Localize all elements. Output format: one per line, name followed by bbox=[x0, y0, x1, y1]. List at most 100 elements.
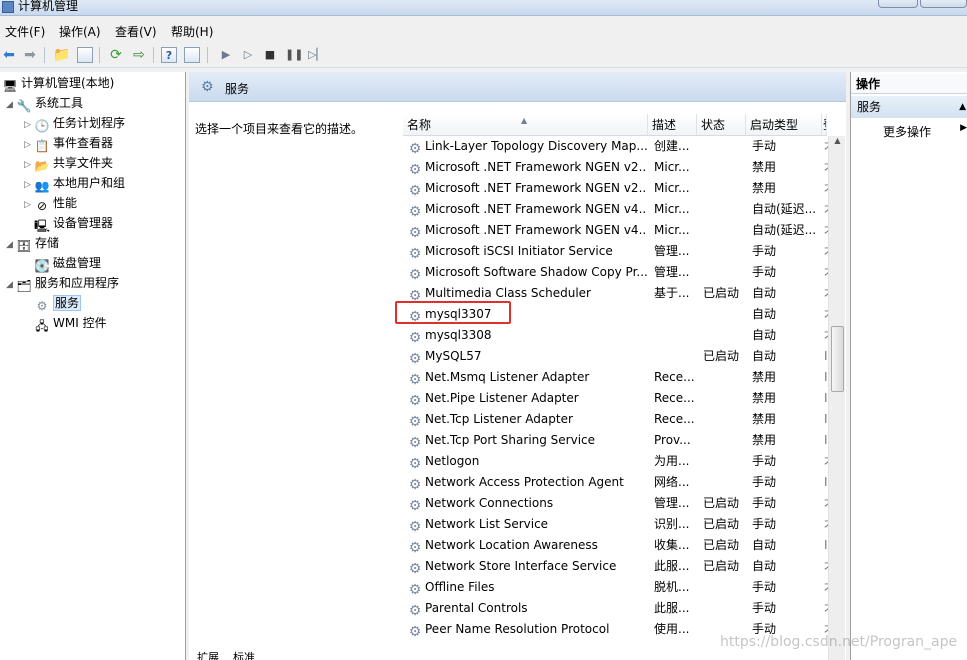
computer-icon: 🖥 bbox=[2, 79, 18, 93]
service-row[interactable]: ⚙ Microsoft .NET Framework NGEN v2... Micr… bbox=[403, 157, 830, 178]
restart-service-icon[interactable]: ▷▏ bbox=[308, 47, 325, 63]
service-description: Prov... bbox=[654, 433, 691, 447]
service-row[interactable]: ⚙mysql3308自动才 bbox=[403, 325, 830, 346]
service-name: ⚙ Microsoft .NET Framework NGEN v4... bbox=[408, 223, 647, 241]
tree-performance[interactable]: ▷ ⊘ 性能 bbox=[24, 193, 77, 213]
collapse-icon[interactable]: ▲ bbox=[959, 96, 966, 118]
collapsed-icon[interactable]: ▷ bbox=[24, 115, 34, 135]
service-row[interactable]: ⚙Parental Controls此服...手动才 bbox=[403, 598, 830, 619]
actions-group-services[interactable]: 服务 ▲ bbox=[851, 96, 967, 118]
service-name: ⚙ Parental Controls bbox=[408, 601, 528, 619]
service-startup-type: 自动 bbox=[752, 349, 777, 363]
service-row[interactable]: ⚙ Net.Tcp Listener Adapter Rece... 禁用 I bbox=[403, 409, 828, 430]
expanded-icon[interactable]: ◢ bbox=[6, 95, 16, 115]
gear-icon: ⚙ bbox=[408, 624, 422, 640]
start-service-alt-icon[interactable]: ▷ bbox=[240, 47, 256, 63]
help-icon[interactable]: ? bbox=[161, 47, 177, 63]
expanded-icon[interactable]: ◢ bbox=[6, 275, 16, 295]
service-row[interactable]: ⚙ Microsoft iSCSI Initiator Service 管理... 手… bbox=[403, 241, 830, 262]
tree-task-scheduler[interactable]: ▷ 🕒 任务计划程序 bbox=[24, 113, 125, 133]
back-icon[interactable]: ⬅ bbox=[1, 47, 17, 63]
service-row[interactable]: ⚙ Net.Tcp Port Sharing Service Prov... 禁用 I bbox=[403, 430, 828, 451]
service-startup-type: 手动 bbox=[752, 517, 777, 531]
export-list-icon[interactable]: ⇨ bbox=[131, 47, 147, 63]
gear-icon: ⚙ bbox=[408, 162, 422, 178]
service-description: 创建... bbox=[654, 139, 690, 153]
service-name: ⚙ Net.Msmq Listener Adapter bbox=[408, 370, 590, 388]
column-header-description[interactable]: 描述 bbox=[648, 114, 697, 136]
service-name: ⚙ Microsoft Software Shadow Copy Pr... bbox=[408, 265, 647, 283]
services-scrollbar[interactable]: ▲ bbox=[828, 136, 845, 660]
service-description: 为用... bbox=[654, 454, 690, 468]
window-titlebar: 计算机管理 bbox=[0, 0, 967, 16]
tree-device-manager[interactable]: 🖳 设备管理器 bbox=[34, 213, 113, 233]
refresh-icon[interactable]: ⟳ bbox=[108, 47, 124, 63]
gear-icon: ⚙ bbox=[408, 183, 422, 199]
service-row[interactable]: ⚙ Net.Pipe Listener Adapter Rece... 禁用 I bbox=[403, 388, 828, 409]
tree-disk-management[interactable]: 💽 磁盘管理 bbox=[34, 253, 102, 273]
tree-shared-folders[interactable]: ▷ 📂 共享文件夹 bbox=[24, 153, 113, 173]
service-row[interactable]: ⚙ Net.Msmq Listener Adapter Rece... 禁用 I bbox=[403, 367, 828, 388]
service-row[interactable]: ⚙Network List Service识别...已启动手动才 bbox=[403, 514, 830, 535]
menu-help[interactable]: 帮助(H) bbox=[171, 23, 213, 40]
collapsed-icon[interactable]: ▷ bbox=[24, 155, 34, 175]
service-row[interactable]: ⚙Netlogon为用...手动才 bbox=[403, 451, 830, 472]
service-row[interactable]: ⚙Network Connections管理...已启动手动才 bbox=[403, 493, 830, 514]
menu-file[interactable]: 文件(F) bbox=[5, 23, 45, 40]
tree-services-apps[interactable]: ◢ 🗂 服务和应用程序 bbox=[6, 273, 119, 293]
forward-icon[interactable]: ➡ bbox=[22, 47, 38, 63]
service-description: 此服... bbox=[654, 559, 690, 573]
service-row[interactable]: ⚙ Link-Layer Topology Discovery Map... 创建.… bbox=[403, 136, 830, 157]
service-row[interactable]: ⚙ Network Location Awareness 收集... 已启动 自动 I bbox=[403, 535, 828, 556]
collapsed-icon[interactable]: ▷ bbox=[24, 195, 34, 215]
storage-icon: 🗄 bbox=[16, 239, 32, 253]
service-row[interactable]: ⚙ Network Store Interface Service 此服... 已启动… bbox=[403, 556, 830, 577]
action-pane-icon[interactable] bbox=[184, 47, 200, 63]
start-service-icon[interactable]: ▶ bbox=[218, 47, 234, 63]
tree-system-tools[interactable]: ◢ 🔧 系统工具 bbox=[6, 93, 83, 113]
menu-action[interactable]: 操作(A) bbox=[59, 23, 101, 40]
collapsed-icon[interactable]: ▷ bbox=[24, 175, 34, 195]
more-actions[interactable]: 更多操作 bbox=[883, 123, 931, 140]
expanded-icon[interactable]: ◢ bbox=[6, 235, 16, 255]
menu-view[interactable]: 查看(V) bbox=[115, 23, 157, 40]
scrollbar-thumb[interactable] bbox=[831, 326, 844, 392]
show-hide-tree-icon[interactable] bbox=[77, 47, 93, 63]
tab-extended[interactable]: 扩展 bbox=[197, 652, 219, 660]
pause-service-icon[interactable]: ❚❚ bbox=[285, 47, 303, 63]
minimize-button[interactable] bbox=[878, 0, 918, 8]
tree-wmi[interactable]: 🖧 WMI 控件 bbox=[34, 313, 106, 333]
up-folder-icon[interactable]: 📁 bbox=[53, 47, 70, 63]
tree-services[interactable]: ⚙ 服务 bbox=[34, 293, 82, 313]
stop-service-icon[interactable]: ■ bbox=[262, 47, 278, 63]
event-log-icon: 📋 bbox=[34, 139, 50, 153]
service-startup-type: 禁用 bbox=[752, 181, 777, 195]
gear-icon: ⚙ bbox=[408, 141, 422, 157]
service-row[interactable]: ⚙ Microsoft .NET Framework NGEN v2... Micr… bbox=[403, 178, 830, 199]
tree-local-users[interactable]: ▷ 👥 本地用户和组 bbox=[24, 173, 125, 193]
actions-title: 操作 bbox=[851, 74, 967, 94]
tree-root[interactable]: 🖥 计算机管理(本地) bbox=[2, 73, 114, 93]
service-row[interactable]: ⚙ Microsoft .NET Framework NGEN v4... Micr… bbox=[403, 199, 830, 220]
service-row[interactable]: ⚙ Microsoft Software Shadow Copy Pr... 管理.… bbox=[403, 262, 830, 283]
submenu-arrow-icon: ▶ bbox=[960, 123, 967, 133]
scroll-up-icon[interactable]: ▲ bbox=[829, 136, 846, 145]
services-apps-icon: 🗂 bbox=[16, 279, 32, 293]
service-status: 已启动 bbox=[703, 517, 740, 531]
service-row[interactable]: ⚙ MySQL57 已启动 自动 I bbox=[403, 346, 828, 367]
service-name: ⚙ Network Store Interface Service bbox=[408, 559, 617, 577]
service-startup-type: 自动 bbox=[752, 307, 777, 321]
tree-storage[interactable]: ◢ 🗄 存储 bbox=[6, 233, 59, 253]
tab-standard[interactable]: 标准 bbox=[233, 652, 255, 660]
column-header-status[interactable]: 状态 bbox=[697, 114, 746, 136]
tree-event-viewer[interactable]: ▷ 📋 事件查看器 bbox=[24, 133, 113, 153]
column-header-name[interactable]: ▲ 名称 bbox=[403, 114, 648, 136]
collapsed-icon[interactable]: ▷ bbox=[24, 135, 34, 155]
column-header-logon[interactable]: 登 bbox=[822, 114, 827, 136]
service-row[interactable]: ⚙Offline Files脱机...手动才 bbox=[403, 577, 830, 598]
service-row[interactable]: ⚙ Microsoft .NET Framework NGEN v4... Micr… bbox=[403, 220, 830, 241]
column-header-startup-type[interactable]: 启动类型 bbox=[746, 114, 822, 136]
maximize-button[interactable] bbox=[920, 0, 967, 8]
view-tabs: 扩展 标准 bbox=[189, 652, 309, 660]
service-row[interactable]: ⚙ Network Access Protection Agent 网络... 手动 I bbox=[403, 472, 828, 493]
